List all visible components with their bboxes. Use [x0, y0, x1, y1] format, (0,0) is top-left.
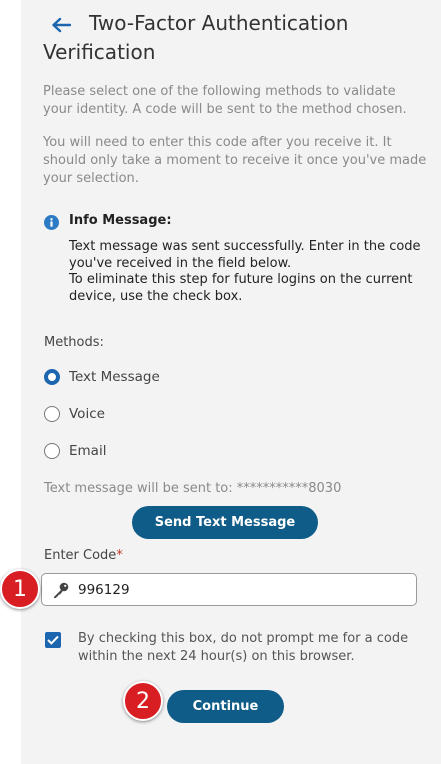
key-icon [50, 579, 72, 601]
intro-paragraph-2: You will need to enter this code after y… [43, 135, 427, 186]
code-input[interactable] [78, 575, 416, 604]
step-marker-2: 2 [123, 681, 163, 721]
continue-button[interactable]: Continue [167, 690, 284, 723]
step-marker-1: 1 [0, 569, 40, 609]
page-title: Two-Factor Authentication Verification [43, 9, 433, 67]
info-message-line-2: To eliminate this step for future logins… [69, 272, 413, 304]
checkmark-icon [47, 635, 59, 645]
methods-label: Methods: [44, 335, 104, 350]
required-asterisk: * [116, 548, 123, 563]
enter-code-label-text: Enter Code [44, 548, 117, 563]
title-line-2: Verification [43, 40, 156, 64]
method-label-voice: Voice [69, 406, 105, 422]
method-option-email[interactable]: Email [44, 443, 106, 459]
method-option-voice[interactable]: Voice [44, 406, 105, 422]
title-line-1: Two-Factor Authentication [89, 11, 349, 35]
method-label-email: Email [69, 443, 107, 459]
remember-device-checkbox[interactable] [45, 632, 61, 648]
method-label-text-message: Text Message [69, 369, 160, 385]
info-message-body: Text message was sent successfully. Ente… [69, 239, 434, 305]
send-text-message-button[interactable]: Send Text Message [132, 506, 318, 539]
sent-to-text: Text message will be sent to: **********… [44, 481, 342, 496]
code-input-wrapper [41, 573, 417, 606]
enter-code-label: Enter Code* [44, 548, 123, 563]
info-message-title: Info Message: [69, 213, 172, 228]
remember-device-text: By checking this box, do not prompt me f… [78, 631, 409, 664]
radio-email[interactable] [44, 443, 60, 459]
method-option-text-message[interactable]: Text Message [44, 369, 160, 385]
radio-text-message[interactable] [44, 369, 60, 385]
intro-paragraph-1: Please select one of the following metho… [43, 84, 407, 117]
info-icon [44, 215, 59, 230]
radio-voice[interactable] [44, 406, 60, 422]
info-message-line-1: Text message was sent successfully. Ente… [69, 239, 421, 271]
